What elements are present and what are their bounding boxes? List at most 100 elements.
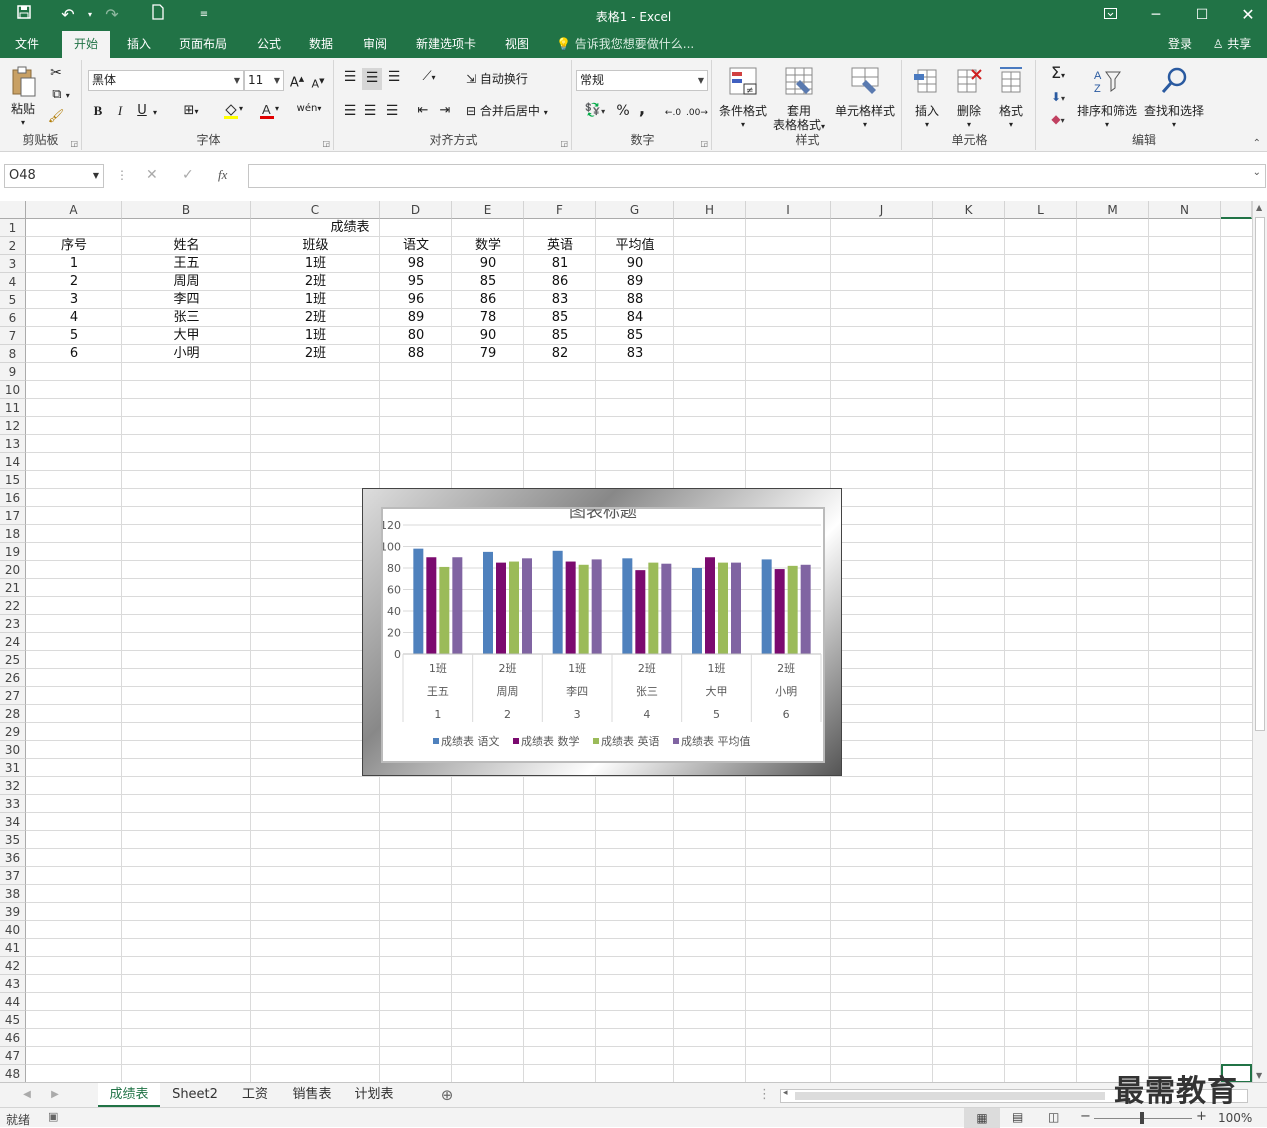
table-cell[interactable]: 98 <box>380 255 452 273</box>
row-header[interactable]: 48 <box>0 1065 26 1082</box>
table-cell[interactable]: 6 <box>26 345 122 363</box>
align-middle-icon[interactable]: ☰ <box>362 68 382 90</box>
row-header[interactable]: 14 <box>0 453 26 471</box>
table-cell[interactable]: 3 <box>26 291 122 309</box>
row-header[interactable]: 27 <box>0 687 26 705</box>
table-cell[interactable]: 2班 <box>251 345 380 363</box>
table-cell[interactable]: 83 <box>524 291 596 309</box>
tab-file[interactable]: 文件 <box>6 31 48 58</box>
macro-record-icon[interactable]: ▣ <box>48 1110 58 1123</box>
row-header[interactable]: 42 <box>0 957 26 975</box>
scroll-left-icon[interactable]: ◂ <box>783 1088 788 1098</box>
row-header[interactable]: 41 <box>0 939 26 957</box>
row-header[interactable]: 30 <box>0 741 26 759</box>
column-header[interactable]: L <box>1005 201 1077 219</box>
table-cell[interactable]: 1班 <box>251 255 380 273</box>
ribbon-display-icon[interactable] <box>1087 0 1133 31</box>
scrollbar-thumb[interactable] <box>795 1092 1105 1100</box>
table-cell[interactable]: 85 <box>596 327 674 345</box>
row-header[interactable]: 16 <box>0 489 26 507</box>
login-link[interactable]: 登录 <box>1162 31 1198 58</box>
row-header[interactable]: 2 <box>0 237 26 255</box>
copy-icon[interactable]: ⧉ ▾ <box>46 88 76 106</box>
zoom-out-icon[interactable]: − <box>1080 1109 1091 1124</box>
tab-page-layout[interactable]: 页面布局 <box>170 31 236 58</box>
underline-button[interactable]: U <box>134 104 150 118</box>
clear-icon[interactable]: ◆▾ <box>1042 112 1074 128</box>
table-header-cell[interactable]: 语文 <box>380 237 452 255</box>
font-color-icon[interactable]: A ▾ <box>254 102 284 122</box>
row-header[interactable]: 23 <box>0 615 26 633</box>
formula-input[interactable]: ⌄ <box>248 164 1266 188</box>
row-header[interactable]: 28 <box>0 705 26 723</box>
row-header[interactable]: 7 <box>0 327 26 345</box>
tell-me-box[interactable]: 💡 告诉我您想要做什么... <box>556 31 706 58</box>
table-header-cell[interactable]: 序号 <box>26 237 122 255</box>
dialog-launcher-icon[interactable]: ◲ <box>700 139 708 148</box>
table-cell[interactable]: 2班 <box>251 309 380 327</box>
vertical-scrollbar[interactable]: ▲ ▼ <box>1252 201 1267 1082</box>
conditional-formatting-button[interactable]: ≠ 条件格式 ▾ <box>716 64 770 130</box>
tab-view[interactable]: 视图 <box>496 31 538 58</box>
scroll-down-icon[interactable]: ▼ <box>1256 1071 1262 1080</box>
table-cell[interactable]: 84 <box>596 309 674 327</box>
tab-data[interactable]: 数据 <box>300 31 342 58</box>
bold-button[interactable]: B <box>90 104 106 118</box>
sheet-title[interactable]: 成绩表 <box>26 219 674 237</box>
row-header[interactable]: 37 <box>0 867 26 885</box>
row-header[interactable]: 31 <box>0 759 26 777</box>
close-icon[interactable]: ✕ <box>1225 0 1267 31</box>
row-header[interactable]: 17 <box>0 507 26 525</box>
row-header[interactable]: 21 <box>0 579 26 597</box>
table-cell[interactable]: 89 <box>380 309 452 327</box>
table-header-cell[interactable]: 数学 <box>452 237 524 255</box>
expand-formula-icon[interactable]: ⌄ <box>1253 167 1261 178</box>
table-cell[interactable]: 张三 <box>122 309 251 327</box>
column-header[interactable] <box>1221 201 1252 219</box>
table-cell[interactable]: 85 <box>524 327 596 345</box>
table-cell[interactable]: 2班 <box>251 273 380 291</box>
font-name-select[interactable]: 黑体 ▼ <box>88 70 244 91</box>
column-header[interactable]: A <box>26 201 122 219</box>
merge-center-button[interactable]: ⊟ 合并后居中 ▾ <box>466 104 566 120</box>
tab-formulas[interactable]: 公式 <box>248 31 290 58</box>
sheet-tab-plan[interactable]: 计划表 <box>346 1083 402 1107</box>
zoom-slider-thumb[interactable] <box>1140 1112 1144 1124</box>
align-left-icon[interactable]: ☰ <box>342 104 358 118</box>
collapse-ribbon-icon[interactable]: ⌃ <box>1253 138 1261 149</box>
sheet-tab-sheet2[interactable]: Sheet2 <box>164 1083 226 1107</box>
table-cell[interactable]: 96 <box>380 291 452 309</box>
row-header[interactable]: 13 <box>0 435 26 453</box>
select-all-corner[interactable] <box>0 201 26 219</box>
column-header[interactable]: F <box>524 201 596 219</box>
decrease-indent-icon[interactable]: ⇤ <box>414 104 432 118</box>
table-cell[interactable]: 86 <box>524 273 596 291</box>
row-header[interactable]: 47 <box>0 1047 26 1065</box>
row-header[interactable]: 26 <box>0 669 26 687</box>
row-header[interactable]: 4 <box>0 273 26 291</box>
table-cell[interactable]: 88 <box>596 291 674 309</box>
dialog-launcher-icon[interactable]: ◲ <box>322 139 330 148</box>
table-cell[interactable]: 85 <box>524 309 596 327</box>
table-cell[interactable]: 小明 <box>122 345 251 363</box>
column-header[interactable]: B <box>122 201 251 219</box>
table-header-cell[interactable]: 英语 <box>524 237 596 255</box>
table-cell[interactable]: 81 <box>524 255 596 273</box>
underline-dropdown-icon[interactable]: ▾ <box>150 106 160 120</box>
shrink-font-icon[interactable]: A▼ <box>310 74 326 92</box>
orientation-icon[interactable]: ⟋▾ <box>414 70 444 85</box>
zoom-level[interactable]: 100% <box>1218 1111 1252 1125</box>
row-header[interactable]: 34 <box>0 813 26 831</box>
row-header[interactable]: 10 <box>0 381 26 399</box>
row-header[interactable]: 35 <box>0 831 26 849</box>
row-header[interactable]: 36 <box>0 849 26 867</box>
borders-icon[interactable]: ⊞▾ <box>176 104 206 119</box>
column-header[interactable]: C <box>251 201 380 219</box>
sheet-tab-scores[interactable]: 成绩表 <box>98 1083 160 1107</box>
table-cell[interactable]: 王五 <box>122 255 251 273</box>
row-header[interactable]: 19 <box>0 543 26 561</box>
row-header[interactable]: 24 <box>0 633 26 651</box>
tab-home[interactable]: 开始 <box>62 31 110 58</box>
table-cell[interactable]: 90 <box>452 327 524 345</box>
align-center-icon[interactable]: ☰ <box>362 104 378 118</box>
